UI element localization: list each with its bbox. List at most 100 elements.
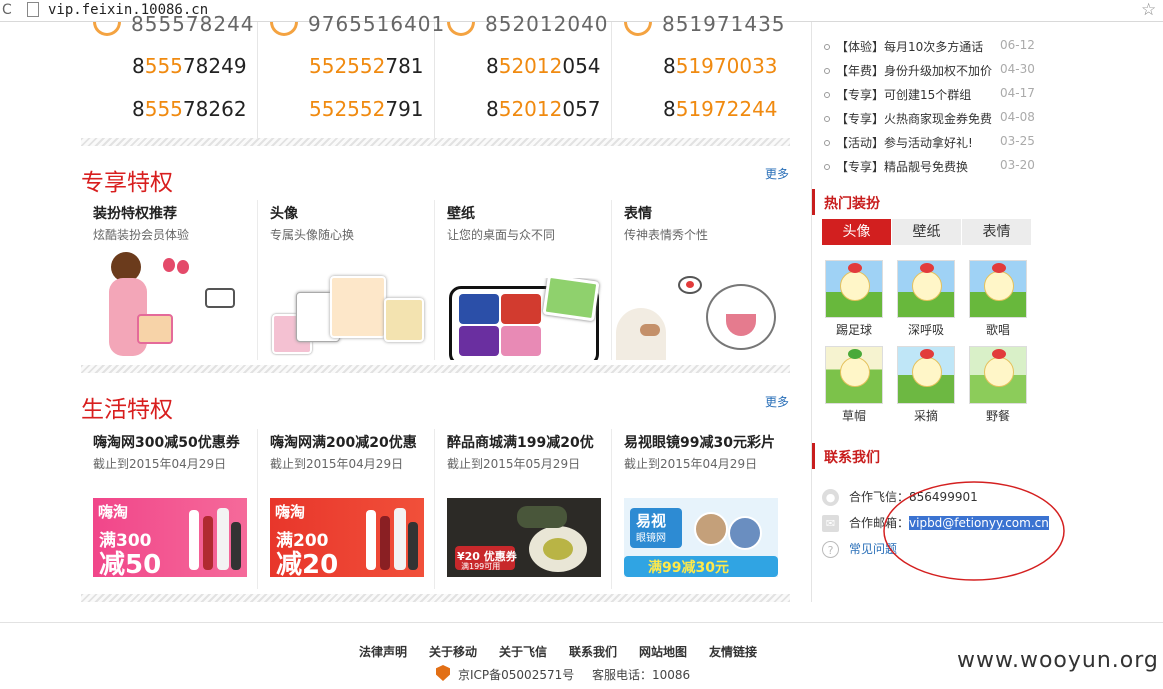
avatar-thumbnail <box>969 260 1027 318</box>
news-item[interactable]: 【专享】可创建15个群组 04-17 <box>824 86 1035 103</box>
coupon-banner-image: 易视 眼镜网 满99减30元 <box>624 498 778 577</box>
card-subtitle: 让您的桌面与众不同 <box>447 228 556 242</box>
cut-number: 851971435 <box>662 12 786 36</box>
icp-record: 京ICP备05002571号 <box>458 668 575 682</box>
dressup-girl-image <box>101 252 251 360</box>
news-item[interactable]: 【活动】参与活动拿好礼! 03-25 <box>824 134 1035 151</box>
dressup-label: 深呼吸 <box>907 323 944 337</box>
news-item[interactable]: 【专享】火热商家现金券免费 04-08 <box>824 110 1035 127</box>
exclusive-section-title: 专享特权 <box>81 170 173 196</box>
bullet-icon <box>824 163 830 170</box>
dressup-item[interactable]: 歌唱 <box>969 260 1027 338</box>
star-icon[interactable]: ☆ <box>1141 0 1156 20</box>
card-subtitle: 炫酷装扮会员体验 <box>93 228 190 242</box>
footer-link[interactable]: 联系我们 <box>569 643 617 660</box>
footer-link[interactable]: 网站地图 <box>639 643 687 660</box>
news-item[interactable]: 【年费】身份升级加权不加价 04-30 <box>824 62 1035 79</box>
life-more-link[interactable]: 更多 <box>765 393 789 410</box>
life-card-coupon[interactable]: 易视眼镜99减30元彩片 截止到2015年04月29日 易视 眼镜网 满99减3… <box>612 429 789 589</box>
phone-number-link[interactable]: 851972244 <box>663 97 778 121</box>
coupon-banner-image: 嗨淘 满300 减50 <box>93 498 247 577</box>
bullet-icon <box>824 67 830 74</box>
card-subtitle: 截止到2015年04月29日 <box>270 457 404 471</box>
dressup-item[interactable]: 深呼吸 <box>897 260 955 338</box>
footer-link[interactable]: 友情链接 <box>709 643 757 660</box>
dressup-item[interactable]: 草帽 <box>825 346 883 424</box>
section-divider <box>81 365 790 373</box>
card-title: 表情 <box>624 206 652 222</box>
exclusive-card-dress[interactable]: 装扮特权推荐 炫酷装扮会员体验 <box>81 200 258 360</box>
phone-number-link[interactable]: 552552781 <box>309 54 424 78</box>
phone-number-link[interactable]: 852012054 <box>486 54 601 78</box>
phone-number-link[interactable]: 855578249 <box>132 54 247 78</box>
avatar-thumbnail <box>897 346 955 404</box>
wallpaper-image <box>449 278 611 360</box>
bullet-icon <box>824 139 830 146</box>
avatar-thumbnail <box>969 346 1027 404</box>
dressup-item[interactable]: 踢足球 <box>825 260 883 338</box>
police-badge-icon <box>436 665 450 681</box>
dressup-tabs: 头像 壁纸 表情 <box>822 219 1032 245</box>
cut-number: 9765516401 <box>308 12 446 36</box>
dressup-item[interactable]: 采摘 <box>897 346 955 424</box>
exclusive-card-avatar[interactable]: 头像 专属头像随心换 <box>258 200 435 360</box>
fetion-icon: ● <box>822 489 839 506</box>
phone-number-link[interactable]: 851970033 <box>663 54 778 78</box>
footer-link[interactable]: 法律声明 <box>359 643 407 660</box>
card-title: 壁纸 <box>447 206 475 222</box>
mail-icon: ✉ <box>822 515 839 532</box>
coupon-banner-image: 嗨淘 满200 减20 <box>270 498 424 577</box>
news-item[interactable]: 【专享】精品靓号免费换 03-20 <box>824 158 1035 175</box>
card-subtitle: 截止到2015年04月29日 <box>93 457 227 471</box>
card-title: 醉品商城满199减20优 <box>447 435 594 451</box>
card-subtitle: 专属头像随心换 <box>270 228 355 242</box>
exclusive-card-wallpaper[interactable]: 壁纸 让您的桌面与众不同 <box>435 200 612 360</box>
phone-number-link[interactable]: 855578262 <box>132 97 247 121</box>
dressup-label: 采摘 <box>913 409 938 423</box>
number-category-icon <box>270 22 298 36</box>
number-grid: 855578244 9765516401 852012040 851971435… <box>81 12 790 138</box>
card-subtitle: 截止到2015年05月29日 <box>447 457 581 471</box>
life-card-coupon[interactable]: 醉品商城满199减20优 截止到2015年05月29日 ¥20 优惠券 满199… <box>435 429 612 589</box>
watermark: www.wooyun.org <box>957 648 1159 673</box>
hot-dressup-header: 热门装扮 <box>812 189 1034 215</box>
help-icon: ? <box>822 541 839 558</box>
tab-emoticon[interactable]: 表情 <box>962 219 1032 245</box>
life-card-coupon[interactable]: 嗨淘网满200减20优惠 截止到2015年04月29日 嗨淘 满200 减20 <box>258 429 435 589</box>
bullet-icon <box>824 91 830 98</box>
dressup-label: 歌唱 <box>985 323 1010 337</box>
coupon-banner-image: ¥20 优惠券 满199可用 <box>447 498 601 577</box>
footer-link[interactable]: 关于移动 <box>429 643 477 660</box>
tab-wallpaper[interactable]: 壁纸 <box>892 219 962 245</box>
phone-number-link[interactable]: 852012057 <box>486 97 601 121</box>
bullet-icon <box>824 43 830 50</box>
tab-avatar[interactable]: 头像 <box>822 219 892 245</box>
emoticon-image <box>616 268 786 360</box>
contact-header: 联系我们 <box>812 443 1034 469</box>
avatar-collage-image <box>268 260 428 360</box>
dressup-item[interactable]: 野餐 <box>969 346 1027 424</box>
dressup-label: 草帽 <box>841 409 866 423</box>
cut-number: 855578244 <box>131 12 255 36</box>
dressup-label: 踢足球 <box>835 323 872 337</box>
card-title: 嗨淘网300减50优惠券 <box>93 435 240 451</box>
card-subtitle: 截止到2015年04月29日 <box>624 457 758 471</box>
exclusive-card-emoticon[interactable]: 表情 传神表情秀个性 <box>612 200 789 360</box>
exclusive-more-link[interactable]: 更多 <box>765 165 789 182</box>
bullet-icon <box>824 115 830 122</box>
number-category-icon <box>93 22 121 36</box>
card-title: 装扮特权推荐 <box>93 206 177 222</box>
news-item[interactable]: 【体验】每月10次多方通话 06-12 <box>824 38 1035 55</box>
footer-link[interactable]: 关于飞信 <box>499 643 547 660</box>
refresh-icon[interactable]: C <box>2 2 12 18</box>
cut-number: 852012040 <box>485 12 609 36</box>
phone-number-link[interactable]: 552552791 <box>309 97 424 121</box>
life-card-coupon[interactable]: 嗨淘网300减50优惠券 截止到2015年04月29日 嗨淘 满300 减50 <box>81 429 258 589</box>
section-divider <box>81 594 790 602</box>
card-title: 嗨淘网满200减20优惠 <box>270 435 417 451</box>
dressup-label: 野餐 <box>985 409 1010 423</box>
avatar-thumbnail <box>825 260 883 318</box>
avatar-thumbnail <box>825 346 883 404</box>
section-divider <box>81 138 790 146</box>
number-category-icon <box>447 22 475 36</box>
